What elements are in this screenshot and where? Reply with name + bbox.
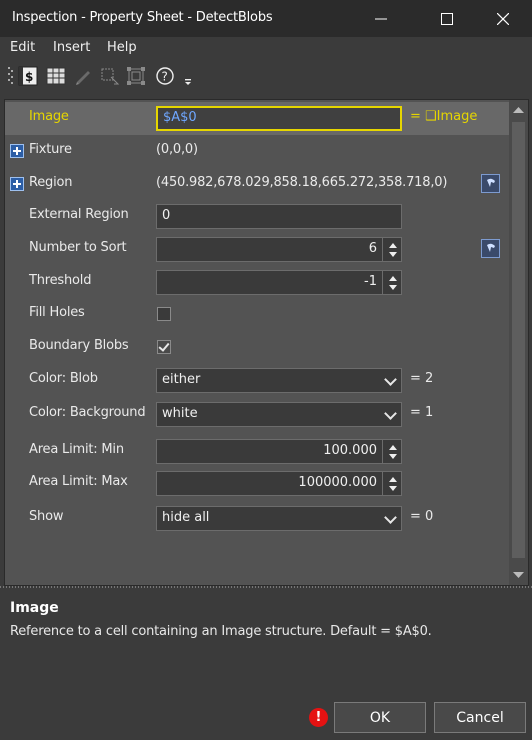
number-picker-icon[interactable] — [481, 239, 500, 258]
property-row-boundary-blobs[interactable]: Boundary Blobs — [5, 331, 509, 364]
grip-icon — [8, 67, 13, 84]
show-dropdown[interactable]: hide all — [156, 506, 402, 531]
threshold-spinner[interactable] — [382, 270, 402, 295]
property-label: Color: Background — [29, 405, 146, 420]
property-row-external-region[interactable]: External Region 0 — [5, 200, 509, 233]
boundary-blobs-checkbox[interactable] — [157, 340, 171, 354]
cancel-button[interactable]: Cancel — [434, 702, 526, 733]
color-blob-suffix: = 2 — [410, 371, 434, 386]
property-row-fixture[interactable]: Fixture (0,0,0) — [5, 135, 509, 168]
show-suffix: = 0 — [410, 509, 434, 524]
property-label: Area Limit: Max — [29, 474, 128, 489]
warning-icon[interactable]: ! — [309, 708, 328, 727]
maximize-icon — [441, 12, 453, 25]
fixture-value: (0,0,0) — [156, 142, 198, 157]
close-button[interactable] — [480, 0, 526, 37]
property-label: Color: Blob — [29, 371, 98, 386]
fill-holes-checkbox[interactable] — [157, 307, 171, 321]
property-label: Boundary Blobs — [29, 338, 129, 353]
external-region-input[interactable]: 0 — [156, 204, 402, 229]
property-label: Show — [29, 509, 64, 524]
description-title: Image — [10, 600, 59, 616]
menu-insert[interactable]: Insert — [53, 40, 90, 55]
pen-icon[interactable] — [74, 66, 94, 86]
property-row-color-blob[interactable]: Color: Blob either = 2 — [5, 364, 509, 397]
image-type-suffix: = ❑Image — [410, 109, 478, 124]
title-bar[interactable]: Inspection - Property Sheet - DetectBlob… — [0, 0, 532, 37]
expand-icon[interactable] — [10, 177, 24, 191]
property-label: Region — [29, 175, 73, 190]
window-title: Inspection - Property Sheet - DetectBlob… — [12, 10, 273, 25]
color-background-dropdown[interactable]: white — [156, 402, 402, 427]
area-limit-min-input[interactable]: 100.000 — [156, 439, 402, 464]
number-to-sort-input[interactable]: 6 — [156, 237, 402, 262]
svg-text:$: $ — [25, 70, 33, 84]
expand-icon[interactable] — [10, 144, 24, 158]
area-limit-max-input[interactable]: 100000.000 — [156, 471, 402, 496]
property-grid: Image $A$0 = ❑Image Fixture (0,0,0) Regi… — [4, 99, 529, 586]
property-label: External Region — [29, 207, 129, 222]
property-row-area-limit-min[interactable]: Area Limit: Min 100.000 — [5, 435, 509, 468]
minimize-button[interactable] — [358, 0, 404, 37]
property-label: Fixture — [29, 142, 72, 157]
property-label: Number to Sort — [29, 240, 127, 255]
image-input[interactable]: $A$0 — [156, 106, 402, 131]
color-blob-dropdown[interactable]: either — [156, 368, 402, 393]
maximize-button[interactable] — [424, 0, 470, 37]
property-row-image[interactable]: Image $A$0 = ❑Image — [5, 102, 509, 135]
area-limit-min-spinner[interactable] — [382, 439, 402, 464]
property-row-region[interactable]: Region (450.982,678.029,858.18,665.272,3… — [5, 168, 509, 201]
region-value: (450.982,678.029,858.18,665.272,358.718,… — [156, 175, 448, 190]
menu-help[interactable]: Help — [107, 40, 137, 55]
property-label: Area Limit: Min — [29, 442, 124, 457]
formula-icon[interactable]: $ — [18, 66, 38, 86]
region-picker-icon[interactable] — [481, 174, 500, 193]
scroll-down-icon[interactable] — [513, 571, 524, 579]
color-background-suffix: = 1 — [410, 405, 434, 420]
menu-bar: Edit Insert Help — [0, 37, 532, 61]
overflow-chevron-icon[interactable] — [185, 79, 193, 87]
property-row-threshold[interactable]: Threshold -1 — [5, 266, 509, 299]
property-row-color-background[interactable]: Color: Background white = 1 — [5, 398, 509, 431]
toolbar: $ ? — [0, 61, 532, 91]
property-row-number-to-sort[interactable]: Number to Sort 6 — [5, 233, 509, 266]
property-label: Image — [29, 109, 69, 124]
close-icon — [497, 12, 509, 25]
description-text: Reference to a cell containing an Image … — [10, 624, 432, 639]
help-icon[interactable]: ? — [155, 66, 175, 86]
number-to-sort-spinner[interactable] — [382, 237, 402, 262]
description-pane: Image Reference to a cell containing an … — [0, 588, 532, 698]
svg-text:?: ? — [162, 70, 168, 84]
fit-region-icon[interactable] — [126, 66, 146, 86]
property-label: Fill Holes — [29, 305, 85, 320]
ok-button[interactable]: OK — [334, 702, 426, 733]
threshold-input[interactable]: -1 — [156, 270, 402, 295]
table-icon[interactable] — [46, 66, 66, 86]
area-limit-max-spinner[interactable] — [382, 471, 402, 496]
property-row-area-limit-max[interactable]: Area Limit: Max 100000.000 — [5, 467, 509, 500]
property-row-show[interactable]: Show hide all = 0 — [5, 502, 509, 535]
dialog-footer: ! OK Cancel — [0, 698, 532, 740]
scrollbar-thumb[interactable] — [512, 122, 525, 558]
property-row-fill-holes[interactable]: Fill Holes — [5, 298, 509, 331]
scroll-up-icon[interactable] — [513, 106, 524, 114]
menu-edit[interactable]: Edit — [10, 40, 35, 55]
minimize-icon — [375, 18, 387, 19]
region-select-icon[interactable] — [100, 66, 120, 86]
property-label: Threshold — [29, 273, 92, 288]
vertical-scrollbar[interactable] — [509, 100, 528, 585]
